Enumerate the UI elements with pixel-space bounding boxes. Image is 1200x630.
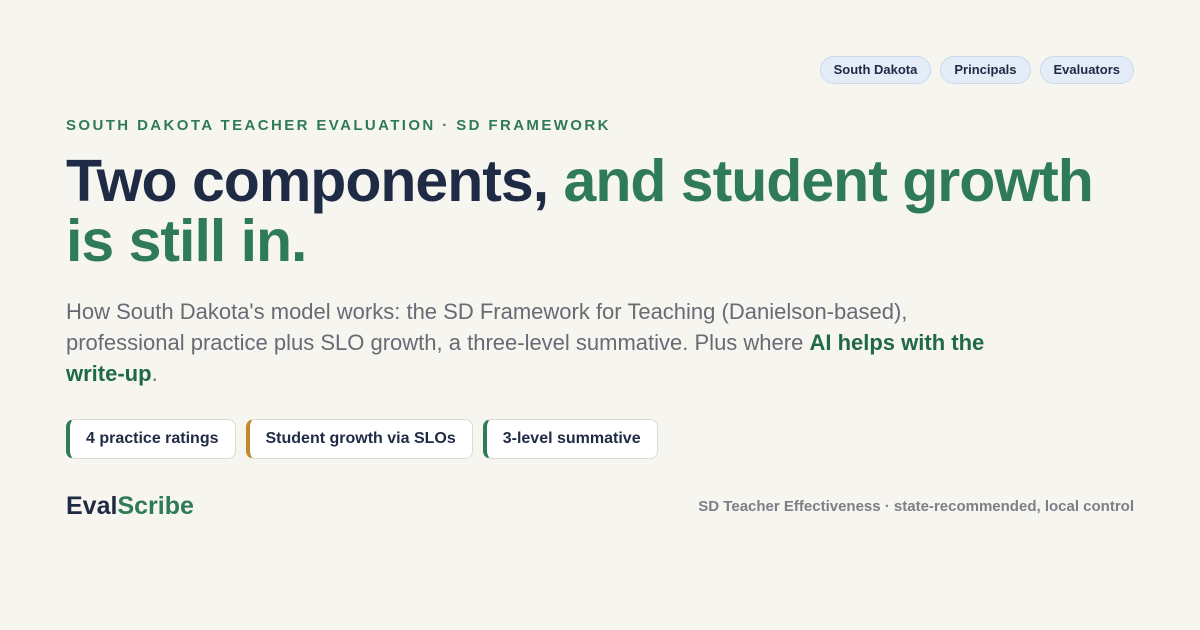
eyebrow-label: SOUTH DAKOTA TEACHER EVALUATION · SD FRA… [66, 117, 611, 134]
tag-south-dakota: South Dakota [819, 56, 932, 84]
headline: Two components, and student growth is st… [66, 151, 1106, 271]
description-text: How South Dakota's model works: the SD F… [66, 299, 908, 355]
description-end: . [151, 361, 158, 386]
chip-summative: 3-level summative [482, 419, 658, 459]
headline-part1: Two components, [66, 148, 564, 214]
brand-part1: Eval [66, 492, 118, 520]
brand-part2: Scribe [117, 492, 194, 520]
chip-practice-ratings: 4 practice ratings [66, 419, 236, 459]
tag-principals: Principals [940, 56, 1031, 84]
brand-logo: EvalScribe [66, 492, 194, 521]
footer-tagline: SD Teacher Effectiveness · state-recomme… [698, 498, 1134, 515]
chip-student-growth: Student growth via SLOs [245, 419, 473, 459]
feature-chips: 4 practice ratings Student growth via SL… [66, 419, 658, 459]
tag-evaluators: Evaluators [1039, 56, 1134, 84]
description: How South Dakota's model works: the SD F… [66, 296, 1026, 389]
audience-tags: South Dakota Principals Evaluators [819, 56, 1134, 84]
